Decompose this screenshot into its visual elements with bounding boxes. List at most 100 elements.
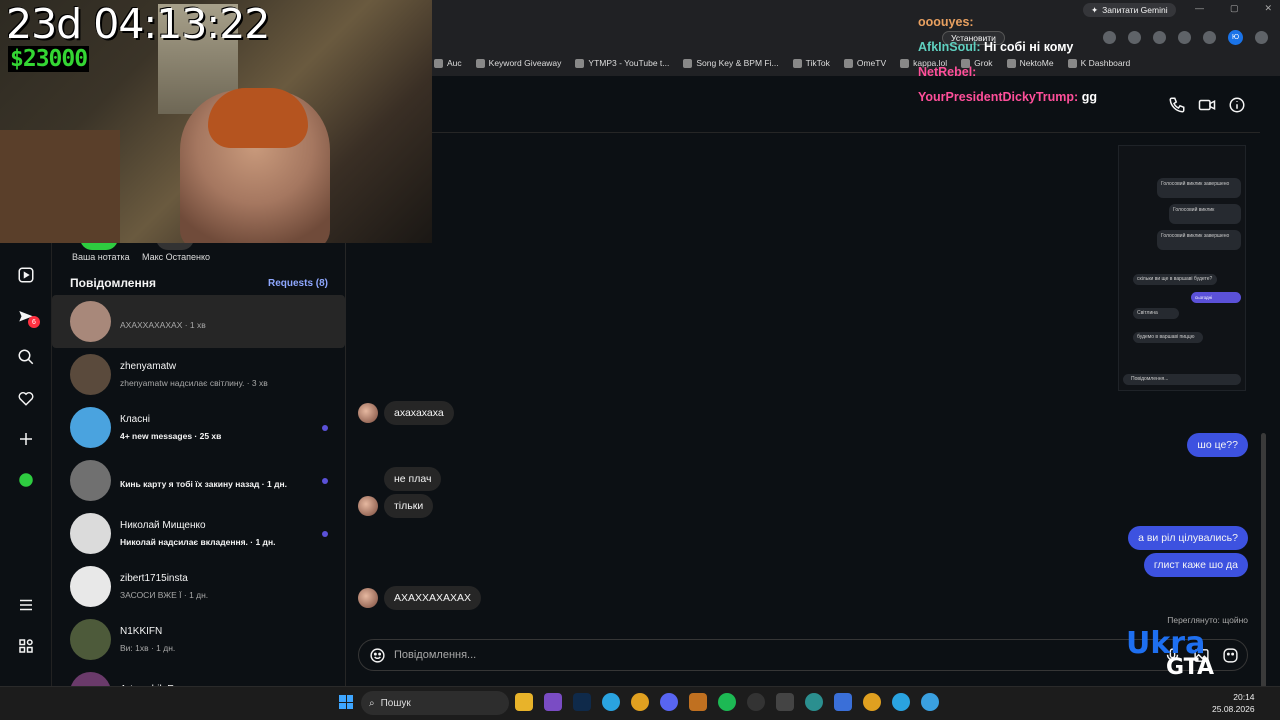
avatar [70, 407, 111, 448]
fl-studio-icon[interactable] [689, 693, 707, 711]
scrollbar[interactable] [1261, 433, 1266, 688]
thread-preview: Николай надсилає вкладення. · 1 дн. [120, 537, 276, 547]
bookmark-icon [434, 58, 443, 68]
file-explorer-icon[interactable] [515, 693, 533, 711]
bookmark[interactable]: Keyword Giveaway [475, 58, 561, 68]
avatar[interactable] [358, 588, 378, 608]
taskbar-apps [515, 693, 939, 711]
avatar[interactable] [358, 403, 378, 423]
thread-name: zibert1715insta [120, 573, 188, 584]
stream-chat-line: NetRebel: [918, 60, 1138, 85]
start-icon[interactable] [339, 695, 353, 709]
bookmark-icon [475, 58, 485, 68]
embedded-message: сьогоднi [1191, 292, 1241, 303]
thread-preview: ЗАСОСИ ВЖЕ Ї · 1 дн. [120, 590, 209, 600]
stream-chat-user: YourPresidentDickyTrump: [918, 90, 1079, 104]
sticker-icon[interactable] [1222, 647, 1239, 664]
video-call-icon[interactable] [1198, 96, 1216, 114]
info-icon[interactable] [1228, 96, 1246, 114]
discord-icon[interactable] [660, 693, 678, 711]
stream-chat-line: ooouyes: [918, 10, 1138, 35]
message-composer [358, 639, 1248, 671]
bookmark[interactable]: Song Key & BPM Fi... [683, 58, 779, 68]
spotify-icon[interactable] [718, 693, 736, 711]
embedded-message: Голосовий виклик завершено [1157, 230, 1241, 250]
webcam-hair-shape [208, 88, 308, 148]
thread-info: АХАХХАХАХАХ · 1 хв [120, 314, 320, 330]
thread-item[interactable]: Класні 4+ new messages · 25 хв [52, 401, 345, 454]
extension-icon[interactable] [1153, 31, 1166, 44]
profile-status-icon[interactable] [17, 471, 35, 489]
phone-icon[interactable] [1168, 96, 1186, 114]
logo-bottom: GTA [1166, 655, 1214, 680]
app-icon[interactable] [834, 693, 852, 711]
bookmark[interactable]: OmeTV [843, 58, 886, 68]
note-label: Ваша нотатка [72, 252, 130, 262]
stream-timer: 23d 04:13:22 [6, 0, 270, 48]
message-bubble[interactable]: а ви ріл цілувались? [1128, 526, 1248, 550]
telegram-icon[interactable] [602, 693, 620, 711]
taskbar-clock[interactable]: 20:14 25.08.2026 [1212, 691, 1255, 715]
message-bubble[interactable]: ахахахаха [384, 401, 454, 425]
chrome-icon[interactable] [921, 693, 939, 711]
webcam-furniture-shape [0, 130, 120, 243]
shared-screenshot[interactable]: Голосовий виклик завершено Голосовий вик… [1118, 145, 1246, 391]
avatar[interactable] [358, 496, 378, 516]
embedded-message: Світлина [1133, 308, 1179, 319]
maximize-icon[interactable]: ▢ [1230, 3, 1239, 14]
bookmark[interactable]: TikTok [792, 58, 830, 68]
profile-avatar[interactable]: Ю [1228, 30, 1243, 45]
thread-item[interactable]: Artemchik Revo [52, 666, 345, 686]
thread-item[interactable]: АХАХХАХАХАХ · 1 хв [52, 295, 345, 348]
obs-icon[interactable] [747, 693, 765, 711]
message-bubble[interactable]: шо це?? [1187, 433, 1248, 457]
bookmark[interactable]: Auc [434, 58, 462, 68]
embedded-composer: Повідомлення... [1123, 374, 1241, 385]
heart-icon[interactable] [17, 389, 35, 407]
message-bubble[interactable]: не плач [384, 467, 442, 491]
stream-chat-user: NetRebel: [918, 65, 977, 79]
embedded-message: скільки ви ще в варшаві будете? [1133, 274, 1217, 285]
reels-icon[interactable] [17, 266, 35, 284]
thread-list: АХАХХАХАХАХ · 1 хв zhenyamatw zhenyamatw н… [52, 295, 345, 686]
thread-item[interactable]: Кинь карту я тобі їх закину назад · 1 дн… [52, 454, 345, 507]
app-icon[interactable] [544, 693, 562, 711]
taskbar-search[interactable]: ⌕ Пошук [361, 691, 509, 715]
playlist-icon[interactable] [1203, 31, 1216, 44]
bookmark[interactable]: YTMP3 - YouTube t... [575, 58, 669, 68]
search-icon[interactable] [17, 348, 35, 366]
message-input[interactable] [394, 649, 1114, 661]
close-icon[interactable]: ✕ [1264, 3, 1272, 14]
app-icon[interactable] [776, 693, 794, 711]
puzzle-icon[interactable] [1178, 31, 1191, 44]
thread-preview: 4+ new messages · 25 хв [120, 431, 222, 441]
photoshop-icon[interactable] [573, 693, 591, 711]
message-row: а ви ріл цілувались? [1128, 526, 1248, 550]
chrome-icon[interactable] [863, 693, 881, 711]
message-bubble[interactable]: АХАХХАХАХАХ [384, 586, 482, 610]
embedded-message: Голосовий виклик завершено [1157, 178, 1241, 198]
more-apps-icon[interactable] [17, 637, 35, 655]
thread-name: Класні [120, 414, 150, 425]
message-bubble[interactable]: тільки [384, 494, 434, 518]
menu-icon[interactable] [17, 596, 35, 614]
stream-chat-line: AfkInSoul: Ні собі ні кому [918, 35, 1138, 60]
message-row: глист каже шо да [1143, 553, 1248, 577]
thread-item[interactable]: zhenyamatw zhenyamatw надсилає світлину. … [52, 348, 345, 401]
chrome-icon[interactable] [631, 693, 649, 711]
message-bubble[interactable]: глист каже шо да [1143, 553, 1248, 577]
tiktok-icon [792, 58, 802, 68]
app-icon[interactable] [805, 693, 823, 711]
clock-time: 20:14 [1233, 692, 1255, 702]
requests-link[interactable]: Requests (8) [268, 278, 328, 289]
telegram-icon[interactable] [892, 693, 910, 711]
emoji-icon[interactable] [369, 647, 386, 664]
menu-dots-icon[interactable] [1255, 31, 1268, 44]
minimize-icon[interactable]: — [1195, 3, 1204, 14]
create-icon[interactable] [17, 430, 35, 448]
thread-item[interactable]: zibert1715insta ЗАСОСИ ВЖЕ Ї · 1 дн. [52, 560, 345, 613]
thread-item[interactable]: N1KKIFN Ви: 1хв · 1 дн. [52, 613, 345, 666]
stream-chat-message: Ні собі ні кому [983, 40, 1074, 54]
thread-name: N1KKIFN [120, 626, 163, 637]
thread-item[interactable]: Николай Мищенко Николай надсилає вкладенн… [52, 507, 345, 560]
